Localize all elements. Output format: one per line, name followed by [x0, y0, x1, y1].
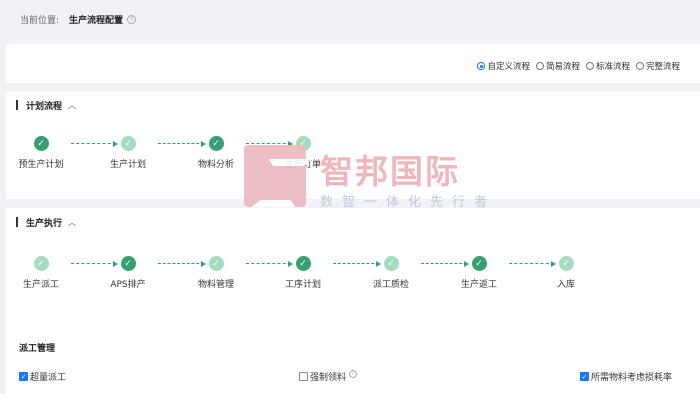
check-icon[interactable]: ✓	[580, 372, 589, 381]
section-marker	[16, 217, 18, 227]
checkbox-force-material[interactable]: 强制领料 i	[299, 369, 358, 383]
flow-step[interactable]: ✓ 入库	[531, 256, 601, 290]
check-icon: ✓	[558, 256, 574, 271]
breadcrumb: 当前位置: 生产流程配置 ?	[20, 13, 137, 26]
radio-custom-flow[interactable]: 自定义流程	[477, 60, 530, 72]
flow-step[interactable]: ✓ 生产返工	[444, 256, 514, 290]
flow-step[interactable]: ✓ 生产派工	[6, 256, 76, 290]
flow-step-label: 入库	[556, 280, 575, 290]
exec-flow-panel: 生产执行 ︿ ✓ 生产派工 ✓ APS排产 ✓ 物料管理 ✓ 工序计划 ✓ 派工质检 ✓ 生产返工 ✓ 入…	[6, 208, 700, 394]
plan-flow-panel: 计划流程 ︿ ✓ 预生产计划 ✓ 生产计划 ✓ 物料分析 ✓ 生产订单	[6, 91, 700, 199]
exec-section-title: 生产执行	[26, 218, 63, 229]
check-icon: ✓	[33, 256, 49, 271]
section-marker	[16, 100, 18, 110]
radio-standard-flow[interactable]: 标准流程	[585, 60, 630, 72]
flow-step[interactable]: ✓ 物料管理	[181, 256, 251, 290]
check-icon: ✓	[295, 136, 311, 151]
flow-step-label: 生产派工	[22, 280, 59, 290]
flow-step[interactable]: ✓ 生产计划	[93, 136, 163, 170]
flow-step-label: 物料分析	[197, 160, 234, 170]
flow-step[interactable]: ✓ 生产订单	[268, 136, 338, 170]
check-icon: ✓	[208, 256, 224, 271]
plan-section-header[interactable]: 计划流程 ︿	[16, 99, 76, 112]
radio-dot[interactable]	[635, 62, 644, 70]
flow-step-label: 物料管理	[197, 280, 234, 290]
check-icon: ✓	[208, 136, 224, 151]
check-icon: ✓	[383, 256, 399, 271]
checkbox-loss-rate[interactable]: ✓ 所需物料考虑损耗率	[580, 370, 672, 383]
info-circle-icon[interactable]: i	[349, 369, 358, 378]
check-icon: ✓	[471, 256, 487, 271]
flow-step-label: APS排产	[110, 280, 146, 290]
check-icon[interactable]: ✓	[19, 372, 28, 381]
flow-step-label: 生产返工	[460, 280, 497, 290]
check-icon: ✓	[120, 256, 136, 271]
flow-step-label: 生产计划	[109, 160, 146, 170]
flow-step-label: 派工质检	[372, 280, 409, 290]
exec-section-header[interactable]: 生产执行 ︿	[16, 216, 76, 229]
chevron-up-icon[interactable]: ︿	[68, 217, 76, 228]
radio-complete-flow[interactable]: 完整流程	[635, 60, 680, 72]
flow-step[interactable]: ✓ 派工质检	[356, 256, 426, 290]
radio-dot[interactable]	[535, 62, 544, 70]
chevron-up-icon[interactable]: ︿	[68, 100, 76, 111]
checkbox-overdispatch[interactable]: ✓ 超量派工	[19, 370, 66, 383]
page-title: 生产流程配置	[69, 15, 124, 26]
flow-type-panel: 自定义流程 简易流程 标准流程 完整流程	[6, 44, 700, 83]
flow-step[interactable]: ✓ 预生产计划	[6, 136, 76, 170]
breadcrumb-label: 当前位置:	[20, 15, 60, 26]
flow-step-label: 工序计划	[284, 280, 321, 290]
checkbox-box[interactable]	[299, 372, 308, 381]
dispatch-title: 派工管理	[19, 344, 56, 354]
flow-step[interactable]: ✓ 工序计划	[268, 256, 338, 290]
flow-type-radio-group: 自定义流程 简易流程 标准流程 完整流程	[477, 60, 680, 72]
check-icon: ✓	[33, 136, 49, 151]
flow-step[interactable]: ✓ 物料分析	[181, 136, 251, 170]
check-icon: ✓	[295, 256, 311, 271]
flow-step[interactable]: ✓ APS排产	[93, 256, 163, 290]
flow-step-label: 生产订单	[284, 160, 321, 170]
check-icon: ✓	[120, 136, 136, 151]
plan-section-title: 计划流程	[26, 101, 63, 112]
question-circle-icon[interactable]: ?	[127, 14, 137, 24]
flow-step-label: 预生产计划	[18, 160, 64, 170]
radio-dot[interactable]	[477, 62, 486, 70]
radio-simple-flow[interactable]: 简易流程	[535, 60, 580, 72]
radio-dot[interactable]	[585, 62, 594, 70]
